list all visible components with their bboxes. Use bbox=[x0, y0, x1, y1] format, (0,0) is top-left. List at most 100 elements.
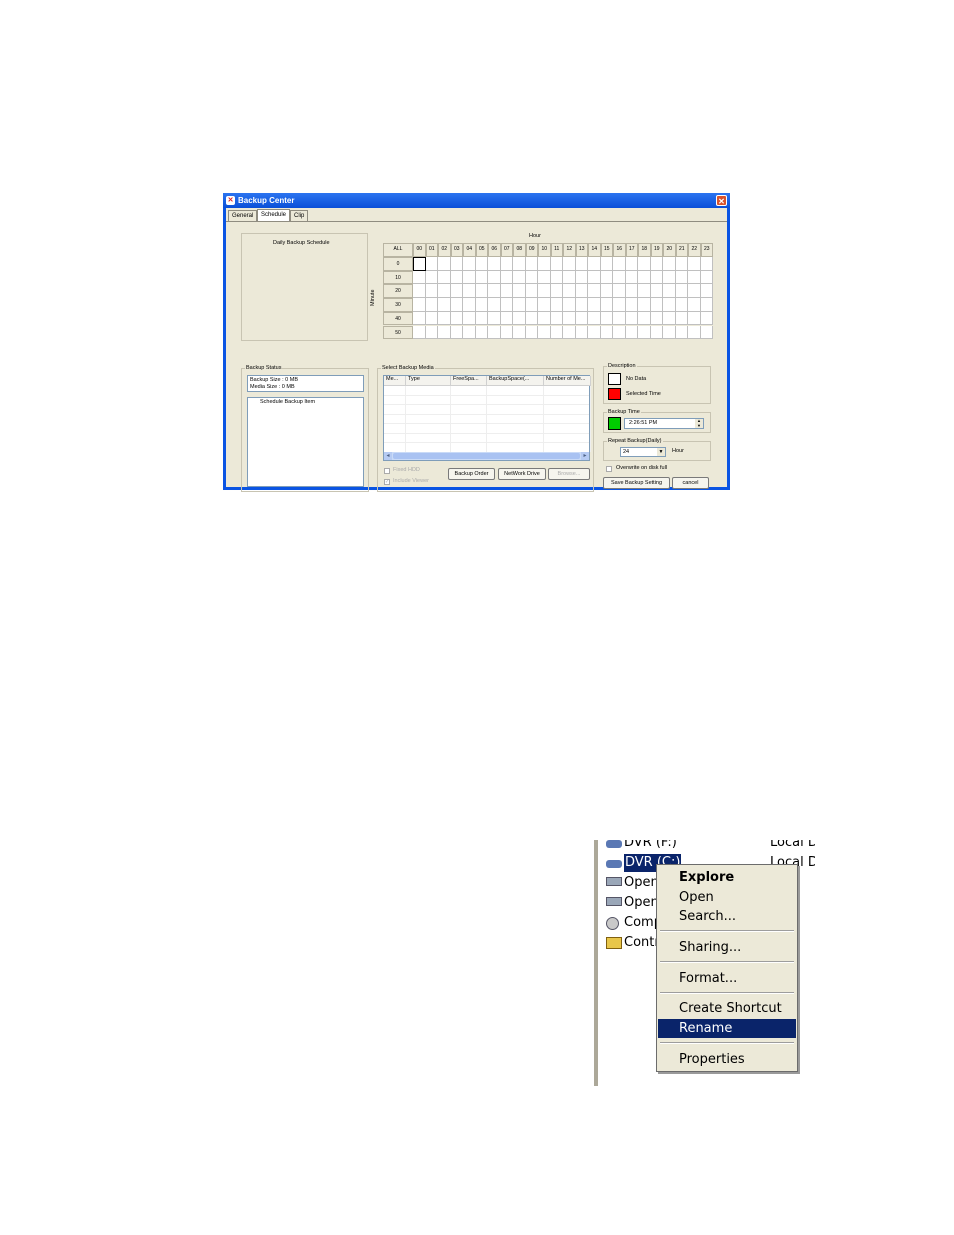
schedule-cell[interactable] bbox=[525, 270, 538, 285]
schedule-cell[interactable] bbox=[450, 257, 463, 271]
hour-header[interactable]: 02 bbox=[438, 243, 451, 257]
schedule-cell[interactable] bbox=[563, 325, 576, 340]
schedule-cell[interactable] bbox=[663, 325, 676, 340]
minute-header[interactable]: 40 bbox=[383, 311, 413, 326]
menu-item-rename[interactable]: Rename bbox=[658, 1019, 796, 1038]
hour-header[interactable]: 12 bbox=[563, 243, 576, 257]
schedule-cell[interactable] bbox=[500, 257, 513, 271]
hour-header[interactable]: 06 bbox=[488, 243, 501, 257]
schedule-cell[interactable] bbox=[425, 257, 438, 271]
schedule-cell[interactable] bbox=[700, 311, 713, 326]
schedule-cell[interactable] bbox=[563, 257, 576, 271]
schedule-cell[interactable] bbox=[525, 325, 538, 340]
backup-time-input[interactable]: 2:26:51 PM ▲ ▼ bbox=[624, 418, 704, 429]
schedule-cell[interactable] bbox=[613, 270, 626, 285]
minute-header[interactable]: 20 bbox=[383, 284, 413, 299]
minute-header[interactable]: 30 bbox=[383, 298, 413, 312]
scroll-left-icon[interactable]: ◂ bbox=[384, 452, 392, 460]
hour-header[interactable]: 23 bbox=[700, 243, 713, 257]
schedule-cell[interactable] bbox=[600, 284, 613, 299]
overwrite-checkbox[interactable] bbox=[606, 466, 612, 472]
schedule-cell[interactable] bbox=[563, 311, 576, 326]
schedule-cell[interactable] bbox=[563, 270, 576, 285]
schedule-cell[interactable] bbox=[575, 270, 588, 285]
schedule-cell[interactable] bbox=[538, 311, 551, 326]
schedule-cell[interactable] bbox=[413, 257, 426, 271]
schedule-cell[interactable] bbox=[463, 298, 476, 312]
schedule-cell[interactable] bbox=[613, 284, 626, 299]
network-drive-button[interactable]: NetWork Drive bbox=[498, 468, 546, 480]
schedule-cell[interactable] bbox=[675, 257, 688, 271]
schedule-cell[interactable] bbox=[475, 270, 488, 285]
schedule-cell[interactable] bbox=[613, 298, 626, 312]
schedule-cell[interactable] bbox=[525, 284, 538, 299]
schedule-cell[interactable] bbox=[550, 311, 563, 326]
cancel-button[interactable]: cancel bbox=[672, 477, 709, 489]
schedule-cell[interactable] bbox=[438, 311, 451, 326]
hour-header[interactable]: 03 bbox=[450, 243, 463, 257]
repeat-select[interactable]: 24 ▼ bbox=[620, 447, 666, 457]
schedule-cell[interactable] bbox=[413, 270, 426, 285]
schedule-cell[interactable] bbox=[550, 325, 563, 340]
schedule-cell[interactable] bbox=[500, 270, 513, 285]
schedule-cell[interactable] bbox=[638, 298, 651, 312]
hour-header[interactable]: 15 bbox=[600, 243, 613, 257]
menu-item-sharing[interactable]: Sharing... bbox=[658, 938, 796, 957]
schedule-cell[interactable] bbox=[700, 325, 713, 340]
schedule-cell[interactable] bbox=[550, 284, 563, 299]
minute-header[interactable]: 50 bbox=[383, 325, 413, 340]
schedule-cell[interactable] bbox=[463, 325, 476, 340]
hour-header[interactable]: 19 bbox=[650, 243, 663, 257]
schedule-cell[interactable] bbox=[513, 325, 526, 340]
schedule-cell[interactable] bbox=[475, 284, 488, 299]
schedule-cell[interactable] bbox=[688, 257, 701, 271]
schedule-cell[interactable] bbox=[563, 298, 576, 312]
schedule-cell[interactable] bbox=[463, 284, 476, 299]
schedule-cell[interactable] bbox=[475, 311, 488, 326]
schedule-cell[interactable] bbox=[650, 325, 663, 340]
schedule-cell[interactable] bbox=[425, 325, 438, 340]
schedule-cell[interactable] bbox=[625, 311, 638, 326]
schedule-cell[interactable] bbox=[413, 311, 426, 326]
minute-header[interactable]: 10 bbox=[383, 270, 413, 285]
scroll-thumb[interactable] bbox=[393, 453, 580, 459]
schedule-cell[interactable] bbox=[550, 257, 563, 271]
hour-header[interactable]: 11 bbox=[550, 243, 563, 257]
schedule-cell[interactable] bbox=[625, 270, 638, 285]
schedule-cell[interactable] bbox=[663, 298, 676, 312]
menu-item-properties[interactable]: Properties bbox=[658, 1050, 796, 1069]
schedule-cell[interactable] bbox=[613, 325, 626, 340]
schedule-cell[interactable] bbox=[513, 298, 526, 312]
schedule-cell[interactable] bbox=[488, 270, 501, 285]
media-column-header[interactable]: FreeSpa... bbox=[451, 376, 487, 386]
hour-header[interactable]: 00 bbox=[413, 243, 426, 257]
schedule-cell[interactable] bbox=[588, 270, 601, 285]
schedule-cell[interactable] bbox=[450, 284, 463, 299]
schedule-cell[interactable] bbox=[650, 311, 663, 326]
schedule-cell[interactable] bbox=[450, 298, 463, 312]
schedule-cell[interactable] bbox=[500, 311, 513, 326]
hour-header[interactable]: 22 bbox=[688, 243, 701, 257]
hour-header[interactable]: 14 bbox=[588, 243, 601, 257]
schedule-cell[interactable] bbox=[513, 311, 526, 326]
schedule-cell[interactable] bbox=[538, 257, 551, 271]
drive-label[interactable]: Open bbox=[624, 894, 659, 912]
schedule-cell[interactable] bbox=[525, 257, 538, 271]
time-spin-icon[interactable]: ▲ ▼ bbox=[695, 418, 703, 428]
schedule-cell[interactable] bbox=[688, 270, 701, 285]
hour-header[interactable]: 20 bbox=[663, 243, 676, 257]
schedule-cell[interactable] bbox=[675, 298, 688, 312]
hour-header[interactable]: 16 bbox=[613, 243, 626, 257]
hour-header[interactable]: 09 bbox=[525, 243, 538, 257]
schedule-cell[interactable] bbox=[500, 298, 513, 312]
schedule-cell[interactable] bbox=[438, 325, 451, 340]
schedule-cell[interactable] bbox=[600, 325, 613, 340]
schedule-cell[interactable] bbox=[450, 311, 463, 326]
schedule-cell[interactable] bbox=[600, 257, 613, 271]
schedule-cell[interactable] bbox=[425, 311, 438, 326]
schedule-cell[interactable] bbox=[700, 298, 713, 312]
hour-header[interactable]: 21 bbox=[675, 243, 688, 257]
schedule-cell[interactable] bbox=[563, 284, 576, 299]
media-column-header[interactable]: Me... bbox=[384, 376, 406, 386]
drive-label[interactable]: DVR (F:) bbox=[624, 840, 677, 852]
